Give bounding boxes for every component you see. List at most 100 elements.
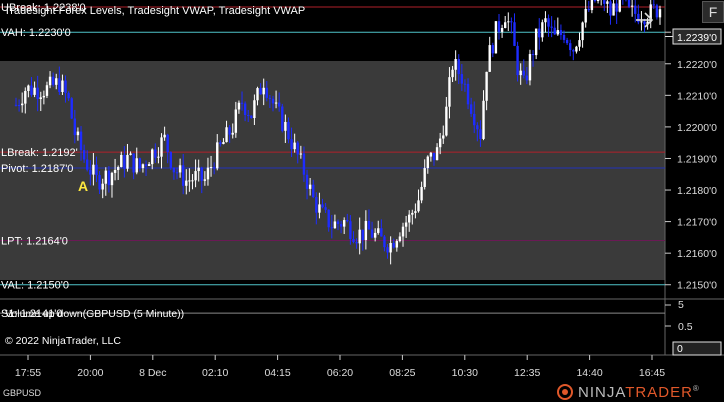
candle-body-125 xyxy=(401,226,405,237)
f-button[interactable]: F xyxy=(702,1,724,23)
candle-body-27 xyxy=(98,175,101,190)
candle-body-0 xyxy=(14,104,18,106)
ninjatrader-logo-text: NINJATRADER® xyxy=(578,383,700,401)
candle-body-1 xyxy=(17,105,21,107)
candle-body-11 xyxy=(48,76,52,86)
candle-body-4 xyxy=(27,85,30,91)
candle-body-109 xyxy=(352,238,355,243)
candle-body-73 xyxy=(240,102,244,104)
candle-body-193 xyxy=(612,3,615,16)
candle-body-50 xyxy=(169,152,173,168)
candle-body-195 xyxy=(618,0,621,12)
candle-body-114 xyxy=(367,220,371,230)
candle-body-80 xyxy=(262,87,265,95)
candle-body-190 xyxy=(603,0,606,4)
candle-body-199 xyxy=(630,5,634,7)
candle-body-121 xyxy=(389,242,392,253)
price-chart[interactable]: UBreak: 1.2238'0VAH: 1.2230'0LBreak: 1.2… xyxy=(0,0,724,402)
candle-body-36 xyxy=(126,154,129,169)
candle-body-85 xyxy=(277,102,281,107)
candle-body-67 xyxy=(222,142,225,145)
candle-body-84 xyxy=(274,102,278,104)
price-tick-5: 1.2180'0 xyxy=(677,185,717,197)
candle-body-28 xyxy=(101,183,104,190)
candle-body-186 xyxy=(590,0,594,11)
candle-body-149 xyxy=(476,125,479,130)
candle-body-198 xyxy=(627,0,631,7)
candle-body-150 xyxy=(479,129,482,139)
candle-body-100 xyxy=(324,207,327,210)
candle-body-15 xyxy=(61,80,64,92)
candle-body-129 xyxy=(414,211,417,213)
candle-body-22 xyxy=(82,150,86,160)
candle-body-176 xyxy=(559,30,563,35)
candle-body-90 xyxy=(293,142,296,150)
candle-body-53 xyxy=(178,165,182,173)
candle-body-135 xyxy=(432,152,436,161)
candle-body-91 xyxy=(296,142,299,155)
candle-body-158 xyxy=(503,22,507,28)
candle-body-95 xyxy=(308,184,312,189)
candle-body-35 xyxy=(123,154,126,169)
candle-body-170 xyxy=(541,22,544,38)
candle-body-160 xyxy=(510,21,513,23)
candle-body-78 xyxy=(256,88,259,101)
candle-body-166 xyxy=(528,54,532,81)
candle-body-130 xyxy=(417,200,420,212)
candle-body-18 xyxy=(70,98,73,119)
price-tick-7: 1.2160'0 xyxy=(677,248,717,260)
candle-body-2 xyxy=(20,103,24,106)
candle-body-24 xyxy=(89,169,92,175)
candle-body-124 xyxy=(398,236,402,242)
time-tick-4: 04:15 xyxy=(264,367,290,379)
candle-body-47 xyxy=(160,137,163,157)
candle-body-32 xyxy=(113,169,117,173)
candle-body-58 xyxy=(194,171,197,181)
candle-body-177 xyxy=(562,34,566,40)
candle-body-62 xyxy=(206,167,210,180)
candle-body-34 xyxy=(120,154,123,168)
time-tick-3: 02:10 xyxy=(202,367,228,379)
candle-body-103 xyxy=(333,221,337,229)
candle-body-55 xyxy=(185,180,188,186)
candle-body-65 xyxy=(216,142,219,169)
ninjatrader-logo: NINJATRADER® xyxy=(556,383,700,401)
candle-body-17 xyxy=(67,93,70,99)
candle-body-12 xyxy=(51,76,55,85)
candle-body-82 xyxy=(268,97,272,99)
price-tick-2: 1.2210'0 xyxy=(677,90,717,102)
candle-body-46 xyxy=(157,156,160,158)
time-tick-6: 08:25 xyxy=(389,367,415,379)
candle-body-83 xyxy=(271,98,275,104)
candle-body-71 xyxy=(234,109,238,133)
price-tick-3: 1.2200'0 xyxy=(677,122,717,134)
time-tick-7: 10:30 xyxy=(452,367,478,379)
instrument-label: GBPUSD xyxy=(3,388,42,398)
value-area-band xyxy=(0,61,665,280)
candle-body-146 xyxy=(466,83,470,105)
candle-body-105 xyxy=(339,224,343,227)
candle-body-201 xyxy=(637,13,640,23)
candle-body-141 xyxy=(451,69,454,78)
candle-body-79 xyxy=(259,88,262,95)
candle-body-138 xyxy=(442,135,445,139)
candle-body-155 xyxy=(494,21,498,54)
candle-body-23 xyxy=(86,159,89,170)
candle-body-93 xyxy=(302,153,306,175)
candle-body-69 xyxy=(228,127,231,135)
price-tick-6: 1.2170'0 xyxy=(677,217,717,229)
volume-current: 0 xyxy=(677,343,683,355)
candle-body-139 xyxy=(445,106,448,136)
candle-body-148 xyxy=(473,113,476,126)
candle-body-113 xyxy=(364,220,368,241)
candle-body-172 xyxy=(547,18,550,27)
candle-body-137 xyxy=(438,138,442,148)
candle-body-174 xyxy=(553,27,556,35)
candle-body-185 xyxy=(587,8,590,11)
volume-tick-0: 0.5 xyxy=(678,321,693,333)
candle-body-208 xyxy=(658,9,662,18)
candle-body-48 xyxy=(163,134,166,138)
candle-body-171 xyxy=(544,18,547,23)
candle-body-178 xyxy=(565,39,569,44)
candle-body-134 xyxy=(429,152,433,157)
